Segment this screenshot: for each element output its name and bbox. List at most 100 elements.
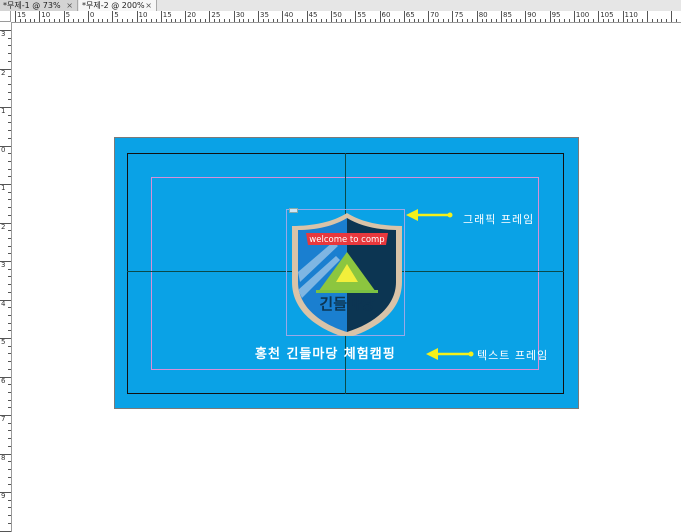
- tab-document-1[interactable]: *무제-1 @ 73% ×: [0, 0, 78, 11]
- ruler-tick: [374, 19, 376, 22]
- ruler-tick: [102, 19, 104, 22]
- ruler-tick: [8, 214, 11, 216]
- ruler-tick: [78, 19, 80, 22]
- ruler-tick: [8, 176, 11, 178]
- ruler-label: 20: [187, 11, 197, 19]
- ruler-label: 6: [1, 376, 6, 385]
- ruler-tick: [189, 19, 191, 22]
- ruler-tick: [8, 168, 11, 170]
- ruler-tick: [8, 507, 11, 509]
- ruler-tick: [8, 153, 11, 155]
- ruler-label: 80: [478, 11, 488, 19]
- ruler-tick: [603, 19, 605, 22]
- ruler-label: 4: [1, 299, 6, 308]
- ruler-tick: [8, 522, 11, 524]
- ruler-tick: [675, 19, 677, 22]
- ruler-tick: [321, 19, 323, 22]
- ruler-tick: [496, 19, 498, 22]
- ruler-tick: [146, 19, 148, 22]
- badge-banner-text: welcome to comp: [309, 235, 384, 245]
- ruler-label: 15: [162, 11, 172, 19]
- ruler-tick: [666, 19, 668, 22]
- ruler-tick: [8, 137, 11, 139]
- camping-badge-logo[interactable]: welcome to comp 긴들마당: [288, 212, 406, 336]
- ruler-tick: [8, 399, 11, 401]
- ruler-tick: [360, 19, 362, 22]
- ruler-tick: [219, 19, 221, 22]
- ruler-tick: [8, 438, 11, 440]
- ruler-tick: [457, 19, 459, 22]
- ruler-label: 35: [260, 11, 269, 19]
- ruler-tick: [8, 230, 11, 232]
- ruler-label: 60: [381, 11, 391, 19]
- ruler-tick: [520, 19, 522, 22]
- ruler-tick: [335, 19, 337, 22]
- close-icon[interactable]: ×: [66, 0, 73, 11]
- ruler-tick: [8, 284, 11, 286]
- ruler-tick: [15, 11, 16, 22]
- title-text-frame[interactable]: 홍천 긴들마당 체험캠핑: [255, 343, 396, 362]
- ruler-label: 10: [41, 11, 51, 19]
- ruler-tick: [437, 19, 439, 22]
- ruler-tick: [345, 19, 347, 22]
- ruler-label: 30: [235, 11, 245, 19]
- ruler-tick: [651, 19, 653, 22]
- ruler-origin[interactable]: [0, 11, 11, 22]
- ruler-tick: [384, 19, 386, 22]
- ruler-label: 0: [1, 145, 6, 154]
- ruler-label: 2: [1, 68, 6, 77]
- ruler-tick: [403, 11, 405, 22]
- ruler-tick: [8, 515, 11, 517]
- ruler-tick: [58, 19, 60, 22]
- ruler-tick: [350, 19, 352, 22]
- vertical-ruler[interactable]: 321012345678910: [0, 22, 12, 532]
- ruler-tick: [233, 11, 235, 22]
- ruler-label: 100: [575, 11, 590, 19]
- ruler-tick: [121, 19, 123, 22]
- ruler-tick: [136, 11, 138, 22]
- ruler-tick: [209, 11, 211, 22]
- ruler-tick: [486, 19, 488, 22]
- ruler-tick: [539, 19, 541, 22]
- ruler-tick: [8, 160, 11, 162]
- ruler-tick: [262, 19, 264, 22]
- ruler-tick: [49, 19, 51, 22]
- ruler-tick: [428, 11, 430, 22]
- ruler-tick: [292, 19, 294, 22]
- ruler-tick: [29, 19, 31, 22]
- text-frame-callout: 텍스트 프레임: [477, 349, 549, 362]
- ruler-tick: [491, 19, 493, 22]
- ruler-tick: [97, 19, 99, 22]
- ruler-label: 8: [1, 453, 6, 462]
- ruler-tick: [83, 19, 85, 22]
- ruler-tick: [8, 291, 11, 293]
- close-icon[interactable]: ×: [145, 0, 152, 11]
- ruler-tick: [530, 19, 532, 22]
- tab-document-2[interactable]: *무제-2 @ 200% ×: [79, 0, 157, 11]
- ruler-tick: [204, 19, 206, 22]
- ruler-tick: [53, 19, 55, 22]
- ruler-tick: [661, 19, 663, 22]
- ruler-tick: [471, 19, 473, 22]
- ruler-tick: [8, 476, 11, 478]
- ruler-label: 40: [284, 11, 294, 19]
- ruler-tick: [452, 11, 454, 22]
- ruler-tick: [535, 19, 537, 22]
- ruler-tick: [8, 368, 11, 370]
- ruler-tick: [8, 91, 11, 93]
- ruler-tick: [355, 11, 357, 22]
- ruler-tick: [306, 11, 308, 22]
- ruler-label: 90: [527, 11, 537, 19]
- ruler-tick: [671, 11, 673, 22]
- ruler-tick: [165, 19, 167, 22]
- ruler-tick: [151, 19, 153, 22]
- tab-label: *무제-1 @ 73%: [3, 1, 61, 10]
- horizontal-ruler[interactable]: 15 10 5 0 5 10 15 20 25 30 35 40 45 50 55 60 65 70 75 80 85 9…: [11, 11, 681, 23]
- ruler-tick: [311, 19, 313, 22]
- ruler-tick: [8, 45, 11, 47]
- ruler-tick: [593, 19, 595, 22]
- ruler-tick: [564, 19, 566, 22]
- ruler-tick: [63, 11, 65, 22]
- ruler-tick: [68, 19, 70, 22]
- ruler-label: 70: [430, 11, 440, 19]
